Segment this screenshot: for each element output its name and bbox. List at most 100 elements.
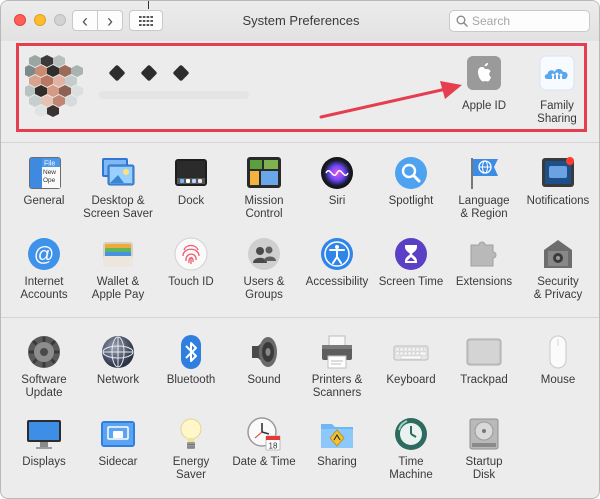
search-field[interactable] <box>449 10 590 32</box>
mission-control-icon <box>247 157 281 188</box>
pref-notifications[interactable]: Notifications <box>521 155 595 208</box>
desktop-screensaver-icon <box>102 158 135 186</box>
pref-mission-control[interactable]: Mission Control <box>227 155 301 221</box>
notifications-icon <box>542 157 574 187</box>
language-region-icon <box>471 158 498 189</box>
energy-saver-icon <box>180 418 202 449</box>
pref-label: Touch ID <box>168 276 214 288</box>
dock-icon <box>175 159 207 186</box>
cursor-line <box>148 1 149 9</box>
users-groups-icon <box>248 238 280 270</box>
pref-trackpad[interactable]: Trackpad <box>447 334 521 387</box>
pref-displays[interactable]: Displays <box>7 416 81 469</box>
pref-keyboard[interactable]: Keyboard <box>374 334 448 387</box>
time-machine-icon <box>395 418 427 450</box>
minimize-button[interactable] <box>34 14 46 26</box>
pref-time-machine[interactable]: Time Machine <box>374 416 448 482</box>
pref-energy-saver[interactable]: Energy Saver <box>154 416 228 482</box>
sharing-icon <box>321 424 353 448</box>
pref-label: Sharing <box>317 456 357 468</box>
search-icon <box>456 15 468 27</box>
pref-label: Notifications <box>526 195 590 207</box>
pref-sound[interactable]: Sound <box>227 334 301 387</box>
screen-time-icon <box>395 238 427 270</box>
sound-icon <box>252 337 277 367</box>
pref-label: Sound <box>247 374 281 386</box>
internet-accounts-icon: @ <box>28 238 60 270</box>
pref-accessibility[interactable]: Accessibility <box>300 236 374 289</box>
general-icon: File New Ope <box>29 157 61 189</box>
pref-label: Users & Groups <box>243 276 285 301</box>
pref-security-privacy[interactable]: Security & Privacy <box>521 236 595 302</box>
pref-siri[interactable]: Siri <box>300 155 374 208</box>
date-time-icon: 18 <box>247 417 281 451</box>
pref-label: Energy Saver <box>172 456 210 481</box>
pref-label: Accessibility <box>305 276 369 288</box>
pref-desktop-screen-saver[interactable]: Desktop & Screen Saver <box>81 155 155 221</box>
pref-sidecar[interactable]: Sidecar <box>81 416 155 469</box>
pref-extensions[interactable]: Extensions <box>447 236 521 289</box>
pref-label: Trackpad <box>460 374 508 386</box>
pref-startup-disk[interactable]: Startup Disk <box>447 416 521 482</box>
pref-general[interactable]: File New Ope General <box>7 155 81 208</box>
system-preferences-window: ‹ › System Preferences Search Apple ID F… <box>0 0 600 499</box>
software-update-icon <box>28 336 60 368</box>
forward-button[interactable]: › <box>97 10 123 31</box>
sidecar-icon <box>101 421 135 447</box>
pref-label: Siri <box>328 195 346 207</box>
pref-label: Startup Disk <box>465 456 503 481</box>
startup-disk-icon <box>469 418 499 450</box>
svg-text:File: File <box>44 161 55 168</box>
pref-label: Security & Privacy <box>533 276 583 301</box>
pref-label: Sidecar <box>98 456 138 468</box>
network-icon <box>102 336 134 368</box>
wallet-icon <box>103 242 133 267</box>
separator <box>1 142 599 143</box>
close-button[interactable] <box>14 14 26 26</box>
zoom-button[interactable] <box>54 14 66 26</box>
keyboard-icon <box>393 345 429 361</box>
svg-text:New: New <box>43 169 56 176</box>
pref-wallet-apple-pay[interactable]: Wallet & Apple Pay <box>81 236 155 302</box>
pref-bluetooth[interactable]: Bluetooth <box>154 334 228 387</box>
pref-language-region[interactable]: Language & Region <box>447 155 521 221</box>
pref-users-groups[interactable]: Users & Groups <box>227 236 301 302</box>
show-all-button[interactable] <box>129 10 163 31</box>
svg-text:@: @ <box>34 244 54 266</box>
pref-label: Spotlight <box>388 195 434 207</box>
pref-label: Mouse <box>540 374 576 386</box>
pref-label: Dock <box>177 195 205 207</box>
pref-label: Software Update <box>21 374 67 399</box>
pref-label: Date & Time <box>232 456 296 468</box>
pref-label: Network <box>96 374 140 386</box>
mouse-icon <box>549 335 567 369</box>
pref-label: Keyboard <box>386 374 436 386</box>
pref-sharing[interactable]: Sharing <box>300 416 374 469</box>
search-input[interactable] <box>472 14 582 28</box>
pref-label: Wallet & Apple Pay <box>91 276 145 301</box>
pref-software-update[interactable]: Software Update <box>7 334 81 400</box>
security-icon <box>544 240 572 268</box>
touch-id-icon <box>174 237 208 271</box>
pref-dock[interactable]: Dock <box>154 155 228 208</box>
chevron-right-icon: › <box>107 10 113 31</box>
pref-label: Desktop & Screen Saver <box>83 195 153 220</box>
title-bar: ‹ › System Preferences <box>1 1 599 41</box>
pref-network[interactable]: Network <box>81 334 155 387</box>
pref-mouse[interactable]: Mouse <box>521 334 595 387</box>
pref-screen-time[interactable]: Screen Time <box>374 236 448 289</box>
pref-printers-scanners[interactable]: Printers & Scanners <box>300 334 374 400</box>
pref-spotlight[interactable]: Spotlight <box>374 155 448 208</box>
pref-internet-accounts[interactable]: @ Internet Accounts <box>7 236 81 302</box>
printer-icon <box>322 335 352 369</box>
back-button[interactable]: ‹ <box>72 10 98 31</box>
pref-touch-id[interactable]: Touch ID <box>154 236 228 289</box>
pref-label: Mission Control <box>244 195 284 220</box>
bluetooth-icon <box>181 335 201 369</box>
pref-label: Bluetooth <box>166 374 216 386</box>
pref-label: Language & Region <box>458 195 510 220</box>
pref-date-time[interactable]: 18 Date & Time <box>227 416 301 469</box>
svg-text:Ope: Ope <box>43 177 56 184</box>
pref-label: Screen Time <box>378 276 444 288</box>
accessibility-icon <box>321 238 353 270</box>
